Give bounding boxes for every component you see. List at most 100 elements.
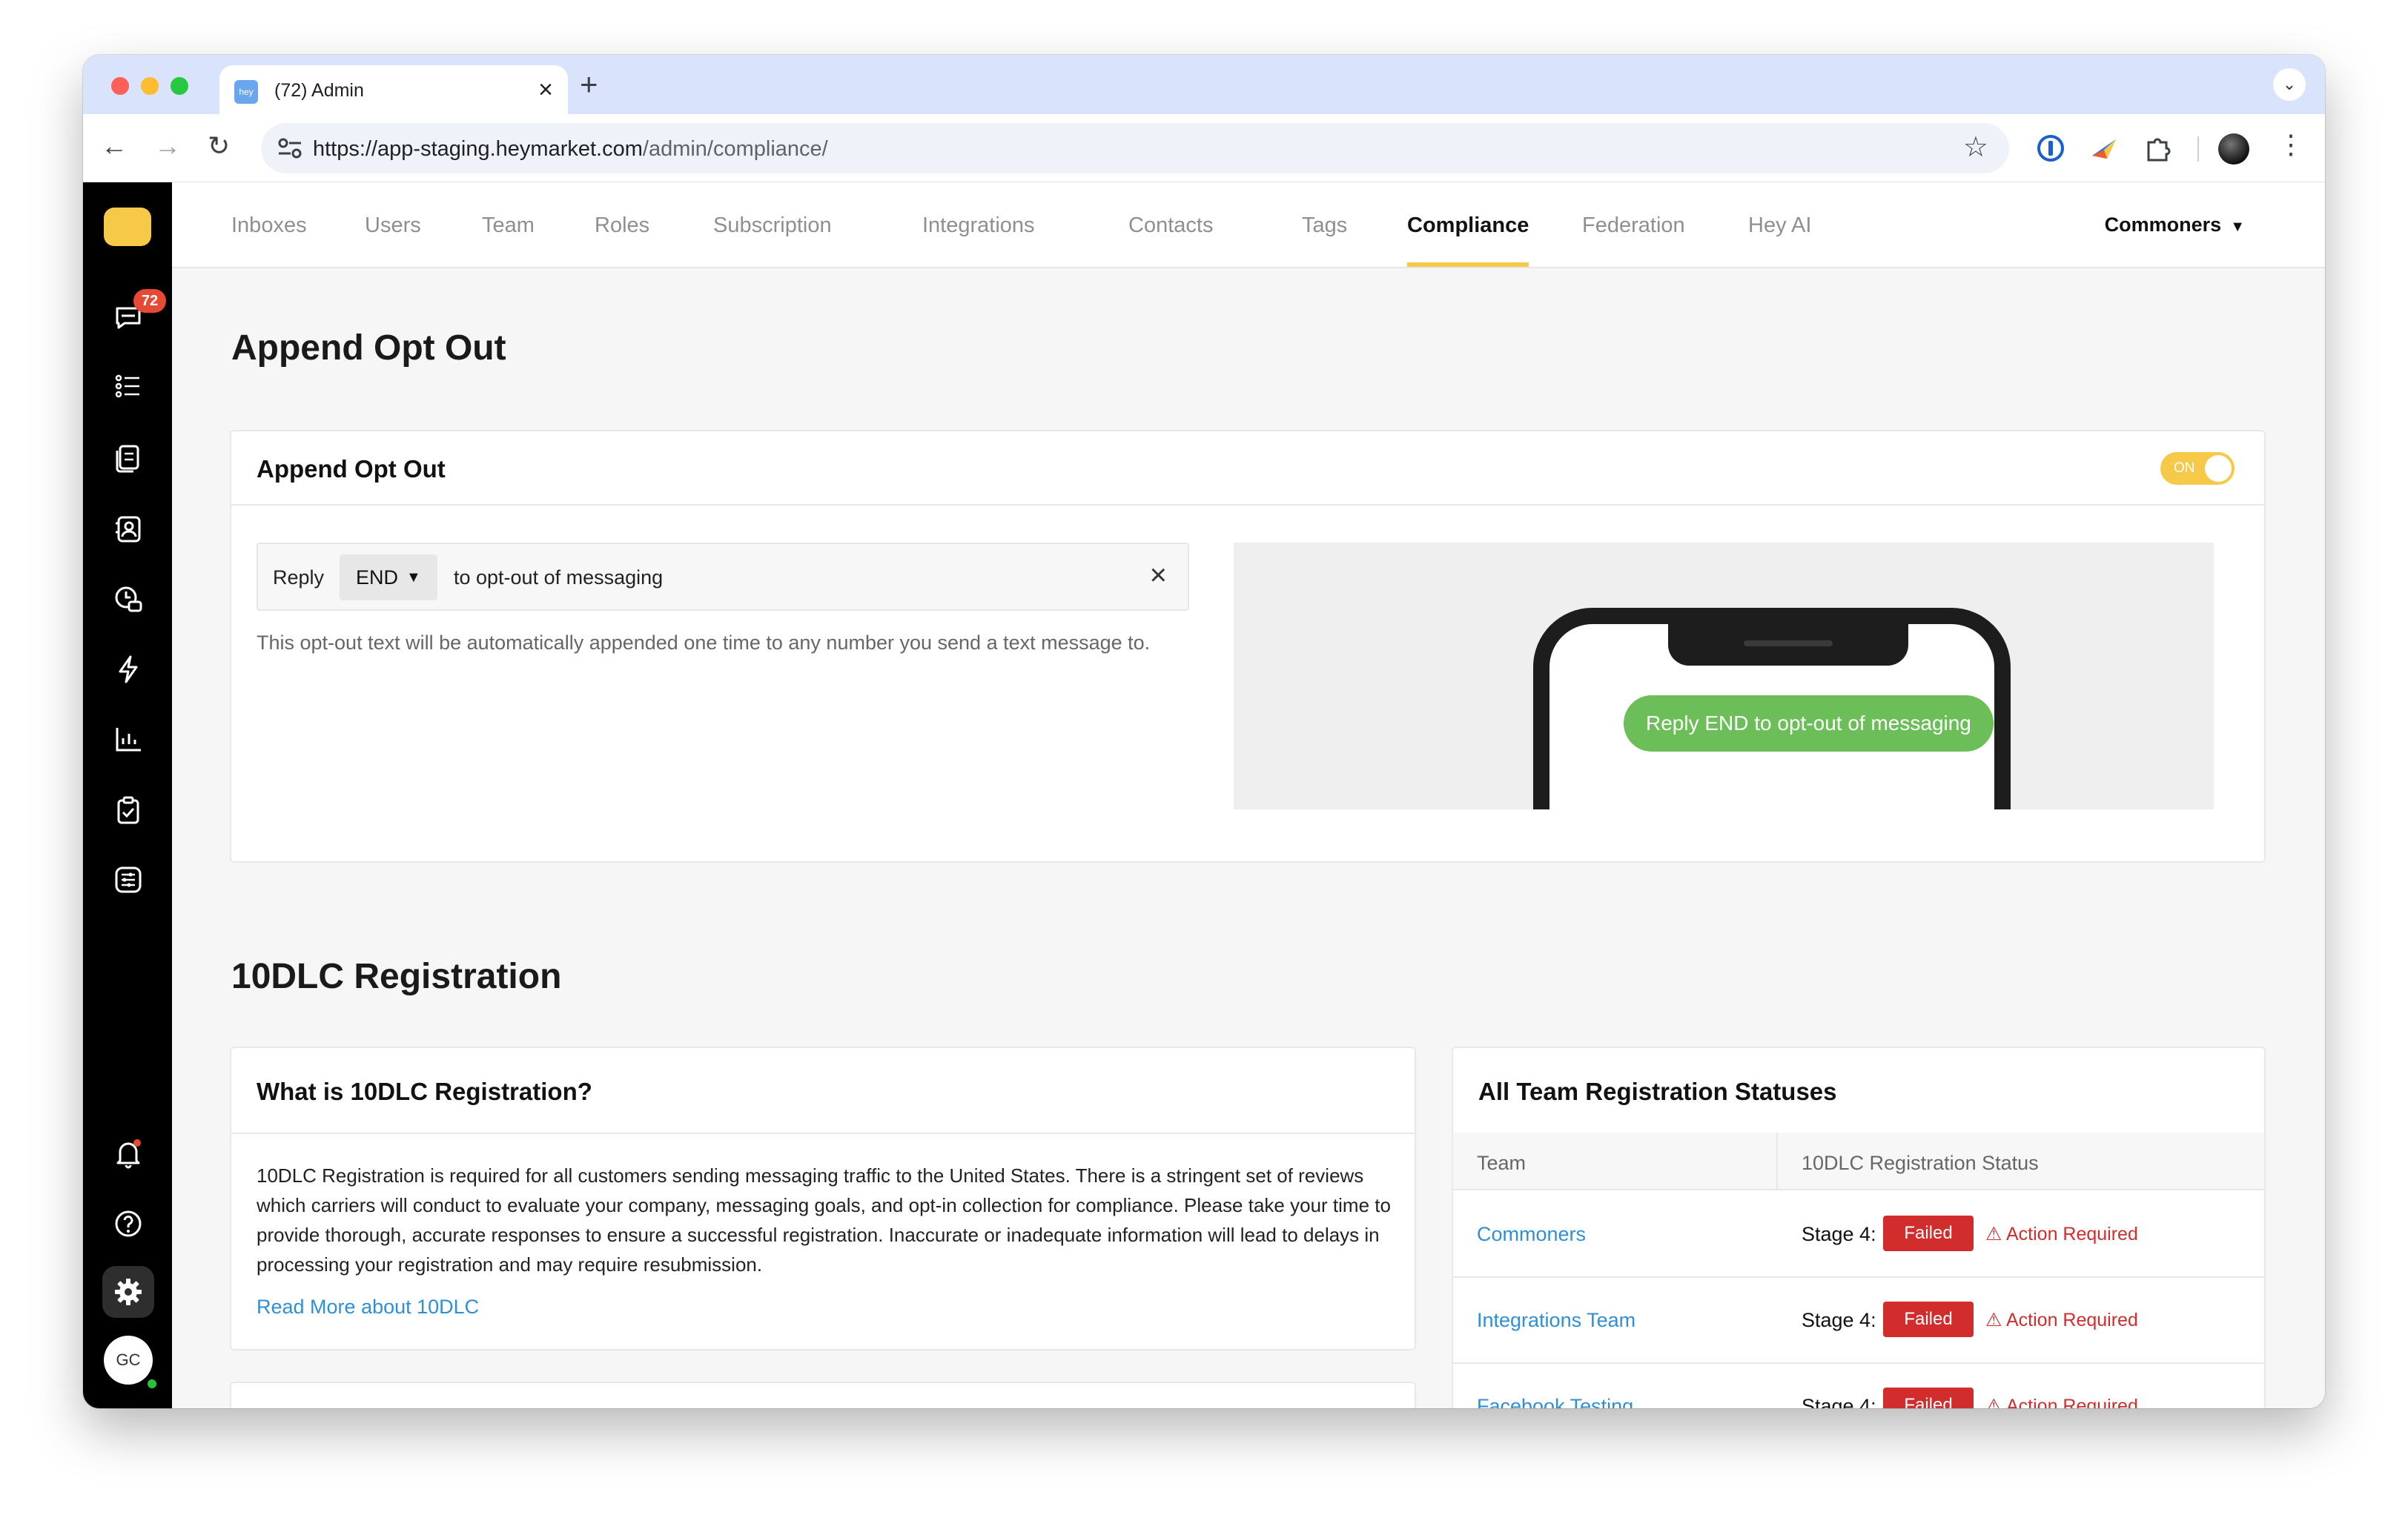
settings-sliders-icon[interactable] — [113, 864, 144, 895]
heymarket-logo[interactable] — [104, 208, 151, 246]
failed-badge: Failed — [1883, 1388, 1974, 1408]
table-header: Team 10DLC Registration Status — [1453, 1133, 2264, 1190]
team-statuses-card: All Team Registration Statuses Team 10DL… — [1452, 1047, 2266, 1408]
tab-federation[interactable]: Federation — [1582, 213, 1685, 238]
notifications-bell-icon[interactable] — [113, 1138, 144, 1170]
browser-tab[interactable]: hey (72) Admin × — [219, 65, 568, 114]
what-is-10dlc-card: What is 10DLC Registration? 10DLC Regist… — [230, 1047, 1416, 1350]
browser-menu-icon[interactable]: ⋮ — [2278, 129, 2304, 160]
keyword-dropdown[interactable]: END ▼ — [340, 554, 437, 600]
maximize-window-button[interactable] — [171, 77, 188, 95]
action-required[interactable]: ⚠ Action Required — [1985, 1309, 2138, 1331]
tab-search-icon[interactable]: ⌄ — [2273, 68, 2306, 101]
site-settings-icon[interactable] — [277, 136, 302, 160]
table-row: Facebook Testing Stage 4: Failed ⚠ Actio… — [1453, 1364, 2264, 1408]
tab-team[interactable]: Team — [482, 213, 535, 238]
card-title: All Team Registration Statuses — [1478, 1078, 1837, 1105]
tab-integrations[interactable]: Integrations — [922, 213, 1035, 238]
account-switcher[interactable]: Commoners ▼ — [2105, 213, 2245, 236]
card-title: What is 10DLC Registration? — [257, 1078, 592, 1105]
tab-hey-ai[interactable]: Hey AI — [1748, 213, 1811, 238]
column-divider — [1776, 1133, 1778, 1190]
account-name: Commoners — [2104, 213, 2222, 236]
stage-label: Stage 4: — [1802, 1223, 1876, 1245]
toggle-knob — [2205, 455, 2232, 482]
favicon-icon: hey — [234, 80, 258, 104]
caret-down-icon: ▼ — [2230, 219, 2245, 235]
admin-settings-button[interactable] — [102, 1266, 154, 1318]
contacts-icon[interactable] — [113, 513, 144, 544]
extensions-puzzle-icon[interactable] — [2143, 133, 2172, 163]
tab-roles[interactable]: Roles — [595, 213, 649, 238]
tab-compliance[interactable]: Compliance — [1407, 213, 1529, 267]
online-status-dot — [145, 1377, 159, 1391]
warning-icon: ⚠ — [1985, 1396, 2006, 1408]
failed-badge: Failed — [1883, 1302, 1974, 1337]
preview-message-bubble: Reply END to opt-out of messaging — [1624, 695, 1994, 752]
reports-icon[interactable] — [113, 723, 144, 755]
password-manager-icon[interactable] — [2036, 133, 2065, 163]
caret-down-icon: ▼ — [406, 569, 421, 586]
tab-users[interactable]: Users — [365, 213, 421, 238]
card-header: What is 10DLC Registration? — [231, 1048, 1415, 1134]
user-avatar[interactable]: GC — [104, 1336, 153, 1385]
back-icon[interactable]: ← — [101, 130, 128, 162]
minimize-window-button[interactable] — [141, 77, 159, 95]
read-more-link[interactable]: Read More about 10DLC — [257, 1296, 479, 1319]
bookmark-star-icon[interactable]: ☆ — [1963, 130, 1988, 164]
reload-icon[interactable]: ↻ — [208, 130, 230, 162]
registration-heading: 10DLC Registration — [231, 957, 562, 996]
action-required[interactable]: ⚠ Action Required — [1985, 1223, 2138, 1245]
scheduled-icon[interactable] — [113, 584, 144, 615]
gear-icon — [115, 1279, 142, 1305]
list-icon[interactable] — [113, 371, 144, 402]
admin-top-nav: Inboxes Users Team Roles Subscription In… — [172, 182, 2325, 268]
opt-out-suffix: to opt-out of messaging — [454, 566, 664, 589]
url-text: https://app-staging.heymarket.com/admin/… — [313, 137, 828, 161]
admin-main: Inboxes Users Team Roles Subscription In… — [172, 182, 2325, 1408]
team-link[interactable]: Commoners — [1477, 1223, 1586, 1246]
unread-badge: 72 — [133, 289, 166, 313]
team-link[interactable]: Integrations Team — [1477, 1309, 1635, 1332]
phone-notch — [1668, 623, 1908, 666]
automation-bolt-icon[interactable] — [113, 654, 144, 685]
new-tab-icon[interactable]: + — [580, 67, 598, 102]
card-header: All Team Registration Statuses — [1453, 1048, 2264, 1134]
col-status: 10DLC Registration Status — [1802, 1152, 2039, 1174]
tab-inboxes[interactable]: Inboxes — [231, 213, 307, 238]
warning-icon: ⚠ — [1985, 1310, 2006, 1330]
help-icon[interactable] — [113, 1208, 144, 1239]
forward-icon[interactable]: → — [154, 130, 181, 162]
keyword-value: END — [356, 566, 399, 589]
card-header: Append Opt Out ON — [231, 431, 2264, 506]
team-link[interactable]: Facebook Testing — [1477, 1395, 1633, 1408]
app-root: 72 GC Inboxes Users Team Roles Subscript… — [83, 182, 2325, 1408]
phone-preview: Reply END to opt-out of messaging — [1234, 543, 2214, 809]
stage-label: Stage 4: — [1802, 1309, 1876, 1331]
action-required[interactable]: ⚠ Action Required — [1985, 1395, 2138, 1408]
next-card — [230, 1382, 1416, 1408]
browser-window: hey (72) Admin × + ⌄ ← → ↻ https://app-s… — [83, 55, 2325, 1408]
table-row: Integrations Team Stage 4: Failed ⚠ Acti… — [1453, 1278, 2264, 1364]
toggle-label: ON — [2174, 460, 2195, 476]
tab-tags[interactable]: Tags — [1302, 213, 1347, 238]
address-bar[interactable]: https://app-staging.heymarket.com/admin/… — [261, 123, 2009, 173]
10dlc-description: 10DLC Registration is required for all c… — [257, 1164, 1391, 1276]
close-tab-icon[interactable]: × — [538, 76, 553, 105]
tab-contacts[interactable]: Contacts — [1128, 213, 1213, 238]
extension-arrow-icon[interactable] — [2089, 133, 2119, 163]
stage-label: Stage 4: — [1802, 1395, 1876, 1408]
table-row: Commoners Stage 4: Failed ⚠ Action Requi… — [1453, 1192, 2264, 1278]
append-opt-out-toggle[interactable]: ON — [2160, 452, 2235, 485]
profile-avatar[interactable] — [2218, 133, 2249, 165]
templates-icon[interactable] — [113, 442, 144, 473]
tab-subscription[interactable]: Subscription — [713, 213, 832, 238]
sidebar-rail: 72 GC — [83, 182, 172, 1408]
close-window-button[interactable] — [111, 77, 129, 95]
toolbar-divider — [2197, 136, 2199, 162]
phone-illustration: Reply END to opt-out of messaging — [1533, 608, 2011, 809]
clear-icon[interactable]: × — [1150, 559, 1167, 592]
browser-toolbar: ← → ↻ https://app-staging.heymarket.com/… — [83, 114, 2325, 182]
tasks-clipboard-icon[interactable] — [113, 795, 144, 826]
opt-out-text-field[interactable]: Reply END ▼ to opt-out of messaging × — [257, 543, 1189, 611]
